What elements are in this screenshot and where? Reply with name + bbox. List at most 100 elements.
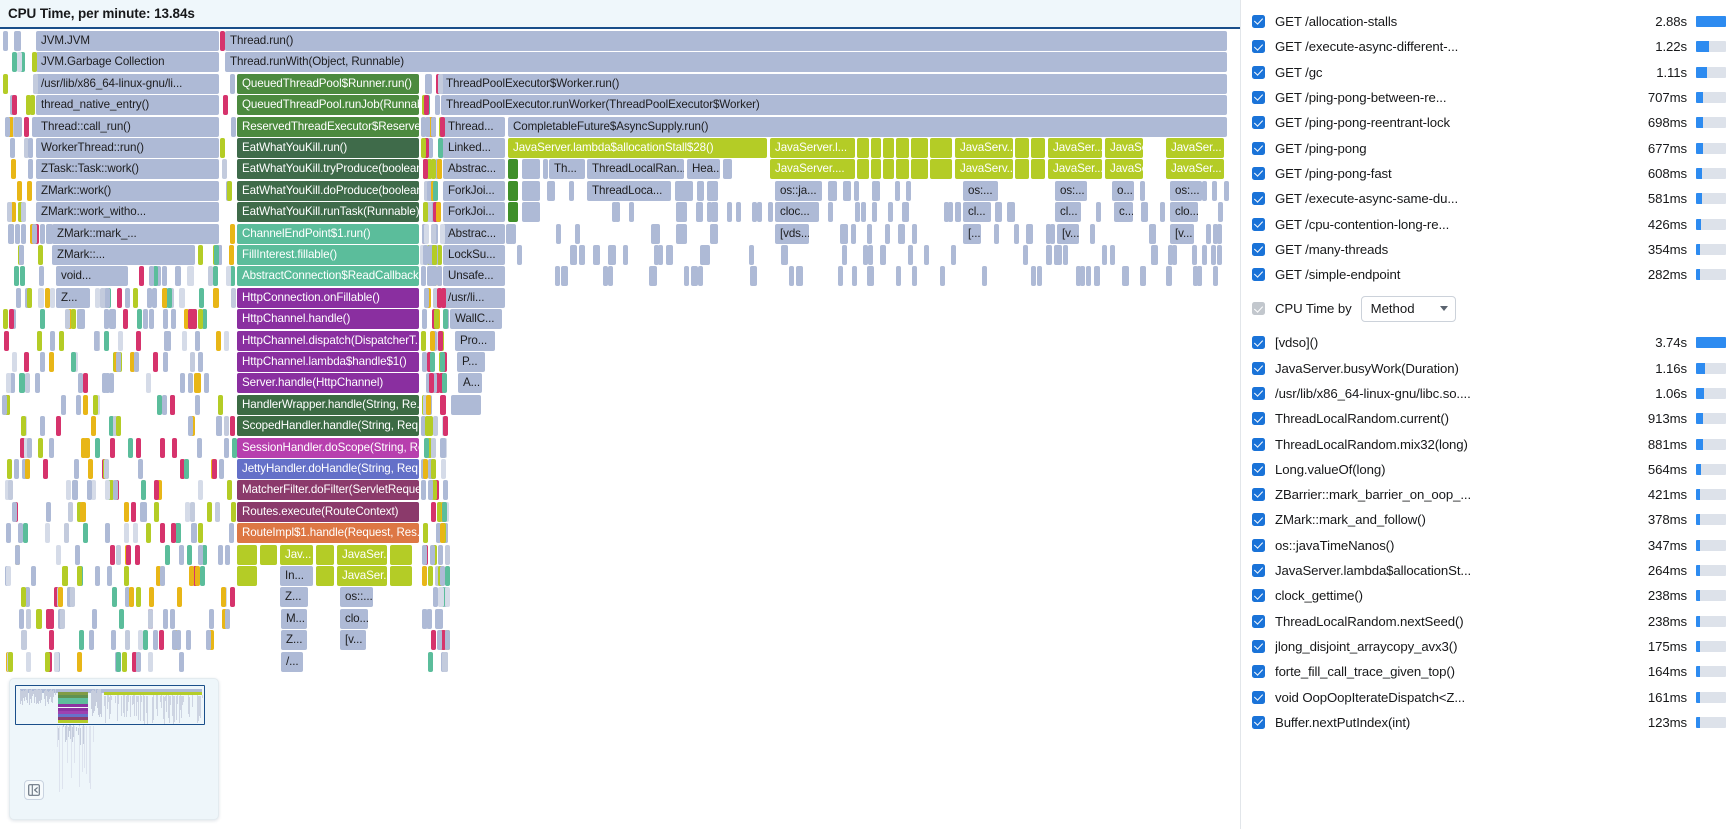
flamegraph-frame[interactable]: JavaSer...: [1166, 138, 1224, 158]
flamegraph-frame[interactable]: [1031, 266, 1036, 286]
flamegraph-frame[interactable]: [176, 630, 181, 650]
flamegraph-frame[interactable]: [10, 138, 15, 158]
flamegraph-frame[interactable]: [608, 245, 615, 265]
flamegraph-frame[interactable]: [421, 331, 426, 351]
flamegraph-frame[interactable]: [83, 395, 88, 415]
endpoint-checkbox[interactable]: [1252, 192, 1265, 205]
flamegraph-frame[interactable]: [555, 266, 560, 286]
flamegraph-frame[interactable]: [58, 587, 63, 607]
flamegraph-frame[interactable]: WorkerThread::run(): [36, 138, 219, 158]
flamegraph-frame[interactable]: WallC...: [450, 309, 502, 329]
flamegraph-frame[interactable]: [37, 331, 42, 351]
method-checkbox[interactable]: [1252, 640, 1265, 653]
flamegraph-frame[interactable]: [426, 395, 431, 415]
flamegraph-frame[interactable]: [170, 395, 175, 415]
flamegraph-frame[interactable]: [83, 523, 88, 543]
flamegraph-frame[interactable]: [v...: [1170, 224, 1194, 244]
flamegraph-frame[interactable]: [50, 331, 55, 351]
flamegraph-frame[interactable]: [593, 245, 600, 265]
flamegraph-frame[interactable]: [71, 309, 76, 329]
flamegraph-frame[interactable]: [1151, 245, 1158, 265]
flamegraph-frame[interactable]: [149, 587, 154, 607]
flamegraph-frame[interactable]: [1140, 266, 1146, 286]
flamegraph-frame[interactable]: [1102, 245, 1107, 265]
flamegraph-frame[interactable]: [428, 652, 433, 672]
flamegraph-frame[interactable]: clo...: [1170, 202, 1198, 222]
flamegraph-frame[interactable]: AbstractConnection$ReadCallback....: [237, 266, 419, 286]
flamegraph-frame[interactable]: [433, 587, 438, 607]
flamegraph-frame[interactable]: [543, 159, 548, 179]
flamegraph-frame[interactable]: [139, 266, 144, 286]
flamegraph-frame[interactable]: JavaServ...: [955, 159, 1013, 179]
flamegraph-frame[interactable]: [316, 545, 334, 565]
flamegraph-frame[interactable]: [230, 74, 235, 94]
flamegraph-frame[interactable]: [422, 309, 427, 329]
flamegraph-frame[interactable]: [32, 224, 37, 244]
flamegraph-frame[interactable]: [116, 352, 121, 372]
flamegraph-frame[interactable]: [428, 566, 433, 586]
flamegraph-frame[interactable]: [443, 416, 448, 436]
flamegraph-frame[interactable]: [154, 502, 159, 522]
flamegraph-frame[interactable]: [843, 181, 851, 201]
flamegraph-frame[interactable]: [440, 438, 445, 458]
flamegraph-frame[interactable]: [431, 502, 436, 522]
flamegraph-frame[interactable]: [15, 224, 20, 244]
flamegraph-frame[interactable]: [102, 373, 107, 393]
flamegraph-frame[interactable]: [179, 288, 185, 308]
flamegraph-frame[interactable]: [143, 630, 148, 650]
endpoint-checkbox[interactable]: [1252, 268, 1265, 281]
flamegraph-frame[interactable]: [188, 373, 193, 393]
flamegraph-frame[interactable]: [433, 416, 438, 436]
flamegraph-frame[interactable]: Z...: [56, 288, 90, 308]
flamegraph-frame[interactable]: void...: [56, 266, 128, 286]
flamegraph-frame[interactable]: [74, 459, 79, 479]
flamegraph-frame[interactable]: ReservedThreadExecutor$Reserved...: [237, 117, 419, 137]
flamegraph-frame[interactable]: [1172, 245, 1177, 265]
flamegraph-frame[interactable]: [421, 138, 426, 158]
flamegraph-frame[interactable]: [438, 545, 443, 565]
flamegraph-frame[interactable]: [442, 502, 447, 522]
flamegraph-frame[interactable]: JavaSer...: [337, 545, 387, 565]
endpoint-row[interactable]: GET /cpu-contention-long-re...426ms: [1241, 211, 1735, 236]
flamegraph-frame[interactable]: JavaSe...: [1105, 138, 1143, 158]
flamegraph-frame[interactable]: [4, 331, 9, 351]
flamegraph-frame[interactable]: [623, 245, 628, 265]
flamegraph-frame[interactable]: [222, 159, 227, 179]
method-row[interactable]: JavaServer.lambda$allocationSt...264ms: [1241, 558, 1735, 583]
flamegraph-frame[interactable]: [445, 545, 450, 565]
flamegraph-frame[interactable]: c...: [1114, 202, 1133, 222]
flamegraph-frame[interactable]: [437, 159, 442, 179]
flamegraph-frame[interactable]: [198, 245, 203, 265]
endpoint-checkbox[interactable]: [1252, 167, 1265, 180]
flamegraph-frame[interactable]: [423, 523, 428, 543]
flamegraph-frame[interactable]: [84, 438, 89, 458]
flamegraph-frame[interactable]: [221, 587, 226, 607]
flamegraph-frame[interactable]: [31, 566, 36, 586]
flamegraph-frame[interactable]: [1007, 202, 1013, 222]
flamegraph-frame[interactable]: [186, 630, 191, 650]
flamegraph-frame[interactable]: [v...: [1057, 224, 1079, 244]
group-by-checkbox[interactable]: [1252, 302, 1265, 315]
flamegraph-frame[interactable]: [390, 566, 412, 586]
flamegraph-frame[interactable]: [14, 459, 19, 479]
flamegraph-frame[interactable]: [2, 395, 7, 415]
flamegraph-frame[interactable]: [828, 202, 833, 222]
flamegraph-frame[interactable]: [27, 181, 32, 201]
flamegraph-frame[interactable]: [66, 480, 71, 500]
flamegraph-frame[interactable]: [223, 95, 228, 115]
flamegraph-frame[interactable]: [192, 309, 197, 329]
flamegraph-frame[interactable]: [522, 181, 540, 201]
flamegraph-frame[interactable]: [18, 523, 23, 543]
method-row[interactable]: ZBarrier::mark_barrier_on_oop_...421ms: [1241, 482, 1735, 507]
flamegraph-frame[interactable]: [32, 117, 37, 137]
group-by-row[interactable]: CPU Time by Method: [1241, 290, 1735, 327]
flamegraph-frame[interactable]: [857, 138, 869, 158]
flamegraph-frame[interactable]: [59, 331, 64, 351]
flamegraph-frame[interactable]: [5, 117, 10, 137]
flamegraph-frame[interactable]: [143, 309, 148, 329]
flamegraph-frame[interactable]: [125, 630, 130, 650]
method-checkbox[interactable]: [1252, 665, 1265, 678]
flamegraph-frame[interactable]: [885, 224, 890, 244]
flamegraph-frame[interactable]: [911, 159, 928, 179]
flamegraph-frame[interactable]: [6, 566, 11, 586]
